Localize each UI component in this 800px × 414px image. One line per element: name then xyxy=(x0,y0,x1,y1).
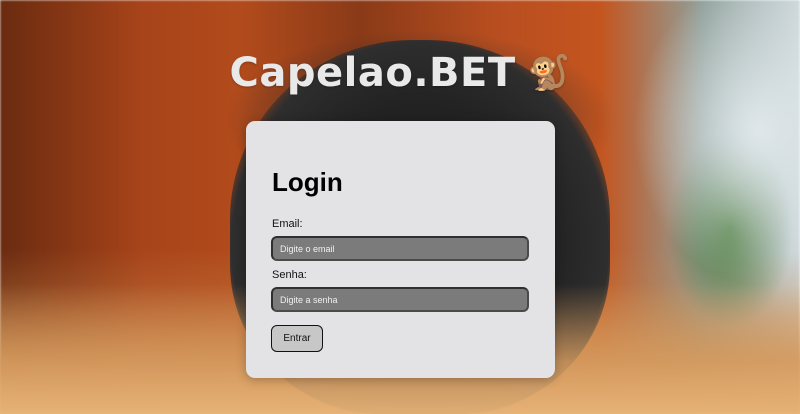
brand-title: Capelao.BET xyxy=(229,50,516,96)
email-field[interactable] xyxy=(271,236,529,261)
password-label: Senha: xyxy=(272,269,307,281)
login-card: Login Email: Senha: Entrar xyxy=(246,121,555,378)
submit-button[interactable]: Entrar xyxy=(271,325,323,352)
login-title: Login xyxy=(272,167,343,197)
password-field[interactable] xyxy=(271,287,529,312)
monkey-icon: 🐒 xyxy=(527,53,571,93)
email-label: Email: xyxy=(272,218,303,230)
brand-header: Capelao.BET 🐒 xyxy=(0,50,800,96)
